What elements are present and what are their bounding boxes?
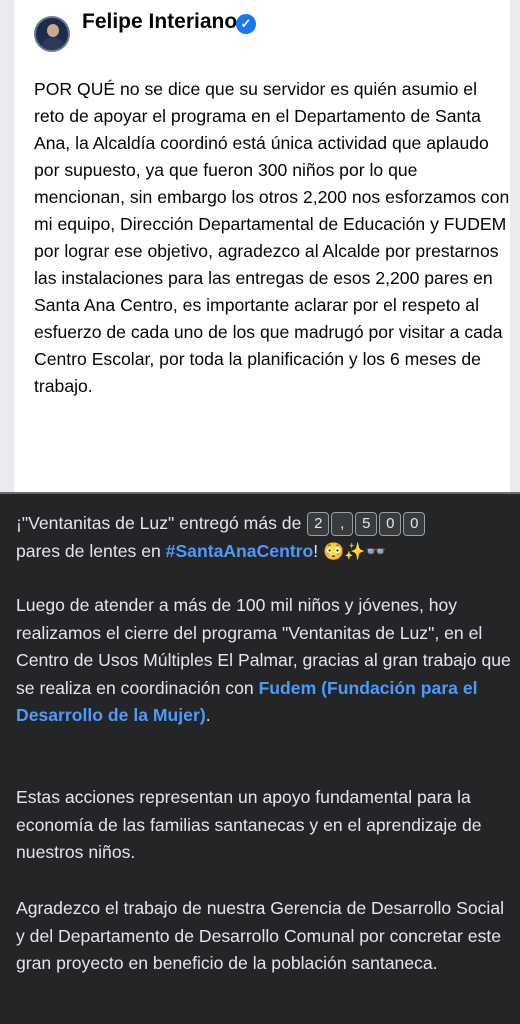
keycap-digit: 2 — [307, 512, 330, 536]
verified-badge-icon: ✓ — [236, 14, 256, 34]
keycap-digit: 5 — [355, 512, 378, 536]
frame-left — [0, 0, 14, 492]
hashtag-link[interactable]: #SantaAnaCentro — [166, 541, 314, 561]
avatar-head — [47, 24, 59, 37]
paragraph-thanks: Agradezco el trabajo de nuestra Gerencia… — [16, 898, 505, 973]
headline-start: ¡"Ventanitas de Luz" entregó más de — [16, 513, 307, 533]
bottom-post-card: ¡"Ventanitas de Luz" entregó más de 2,50… — [0, 494, 520, 1024]
keycap-digit: 0 — [403, 512, 426, 536]
keycap-digit: 0 — [379, 512, 402, 536]
keycap-comma: , — [331, 512, 354, 536]
headline-mid: pares de lentes en — [16, 540, 166, 561]
frame-right — [510, 0, 520, 492]
paragraph-headline: ¡"Ventanitas de Luz" entregó más de 2,50… — [16, 510, 516, 565]
paragraph-actions: Estas acciones representan un apoyo fund… — [16, 787, 482, 862]
headline-end: ! — [313, 540, 324, 561]
program-text-end: . — [205, 705, 211, 725]
author-name[interactable]: Felipe Interiano — [82, 10, 237, 34]
emoji-glasses-icon: 😳✨👓 — [323, 541, 387, 561]
top-post-card: Felipe Interiano ✓ POR QUÉ no se dice qu… — [0, 0, 520, 492]
post-body: POR QUÉ no se dice que su servidor es qu… — [34, 79, 510, 396]
avatar-body — [41, 37, 65, 50]
paragraph-program: Luego de atender a más de 100 mil niños … — [16, 592, 516, 730]
avatar[interactable] — [34, 16, 70, 52]
